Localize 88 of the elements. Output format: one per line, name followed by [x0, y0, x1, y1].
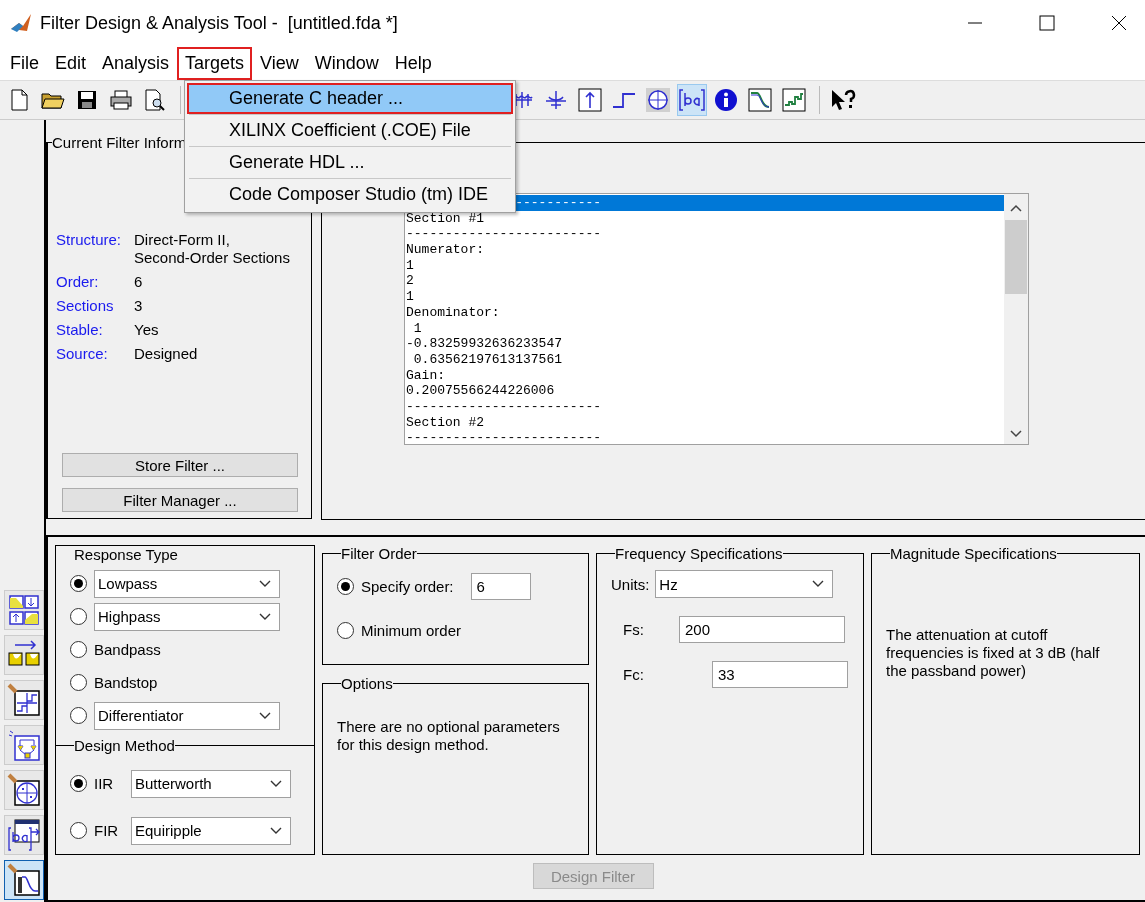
- printer-icon[interactable]: [110, 90, 132, 110]
- scroll-up-icon[interactable]: [1010, 204, 1022, 212]
- group-title: Magnitude Specifications: [890, 545, 1057, 562]
- panel-button[interactable]: Filter Manager ...: [62, 488, 298, 512]
- menu-item[interactable]: Edit: [47, 46, 95, 80]
- caret-icon: [259, 711, 271, 720]
- order-field[interactable]: 6: [470, 572, 531, 600]
- maximize-icon[interactable]: [1039, 15, 1055, 31]
- radio-button[interactable]: [70, 674, 87, 691]
- menu-item[interactable]: Help: [386, 46, 440, 80]
- field-label: Sections: [56, 297, 115, 315]
- field-label: Order:: [56, 273, 100, 291]
- field-value: 3: [134, 297, 144, 315]
- dropdown[interactable]: Differentiator: [94, 701, 280, 730]
- app-logo-icon: [10, 13, 32, 33]
- input-field[interactable]: 33: [712, 661, 848, 688]
- field-value: Designed: [134, 345, 199, 363]
- coefficient-line[interactable]: 0.20075566244226006: [406, 383, 1004, 399]
- field-value: Direct-Form II, Second-Order Sections: [134, 231, 291, 267]
- coefficient-line[interactable]: -------------------------: [406, 398, 1004, 415]
- radio-button[interactable]: [70, 707, 87, 724]
- coefficient-line[interactable]: 0.63562197613137561: [406, 351, 1004, 368]
- group-title: Design Method: [74, 737, 175, 754]
- group-title: Response Type: [74, 546, 178, 563]
- field-label: Source:: [56, 345, 109, 363]
- field-value: 6: [134, 273, 144, 291]
- group-title: Filter Order: [341, 545, 417, 562]
- scrollbar[interactable]: [1004, 194, 1028, 444]
- panel-button[interactable]: Store Filter ...: [62, 453, 298, 477]
- coefficient-line[interactable]: -------------------------: [406, 430, 1004, 444]
- menu-item[interactable]: Analysis: [94, 46, 178, 80]
- field-label: Stable:: [56, 321, 104, 339]
- caret-icon: [259, 612, 271, 621]
- menu-item[interactable]: File: [2, 46, 47, 80]
- dropdown[interactable]: Lowpass: [94, 569, 280, 598]
- menu-item[interactable]: View: [252, 46, 307, 80]
- radio-label[interactable]: Bandpass: [94, 641, 161, 658]
- caret-icon: [270, 826, 282, 835]
- dropdown[interactable]: Hz: [655, 570, 834, 598]
- coefficient-line[interactable]: 1: [406, 257, 1004, 274]
- radio-label[interactable]: Specify order:: [361, 577, 454, 595]
- magnitude-note: The attenuation at cutoff frequencies is fixed at 3 dB (half the passband power): [886, 626, 1101, 680]
- coefficient-line[interactable]: Denominator:: [406, 304, 1004, 321]
- coefficient-line[interactable]: -0.83259932636233547: [406, 336, 1004, 352]
- input-field[interactable]: 200: [679, 616, 845, 643]
- radio-label[interactable]: Minimum order: [361, 621, 462, 639]
- menu-item[interactable]: Generate HDL ...: [187, 147, 513, 178]
- menu-item[interactable]: Window: [306, 46, 387, 80]
- radio-button[interactable]: [337, 621, 354, 639]
- caret-icon: [270, 779, 282, 788]
- radio-button[interactable]: [70, 608, 87, 625]
- caret-icon: [259, 579, 271, 588]
- dropdown[interactable]: Butterworth: [131, 769, 291, 798]
- close-icon[interactable]: [1111, 15, 1127, 31]
- dropdown[interactable]: Highpass: [94, 602, 280, 631]
- radio-button[interactable]: [70, 575, 87, 592]
- field-label: Fs:: [623, 621, 645, 638]
- radio-label[interactable]: Bandstop: [94, 674, 158, 691]
- scroll-thumb[interactable]: [1005, 220, 1027, 294]
- folder-icon[interactable]: [41, 90, 65, 110]
- coefficient-line[interactable]: Numerator:: [406, 242, 1004, 258]
- window-title: Filter Design & Analysis Tool - [untitled.fda *]: [40, 12, 398, 34]
- caret-icon: [812, 580, 825, 588]
- coefficient-line[interactable]: 1: [406, 289, 1004, 305]
- menu-item[interactable]: XILINX Coefficient (.COE) File: [187, 115, 513, 146]
- group-title: Frequency Specifications: [615, 545, 783, 562]
- options-note: There are no optional parameters for this design method.: [337, 718, 561, 754]
- group-title: Options: [341, 675, 393, 692]
- radio-button[interactable]: [70, 641, 87, 658]
- menu-item[interactable]: Generate C header ...: [187, 83, 513, 114]
- radio-label[interactable]: FIR: [94, 822, 124, 839]
- dropdown[interactable]: Equiripple: [131, 816, 291, 845]
- field-value: Yes: [134, 321, 160, 339]
- coefficient-line[interactable]: 1: [406, 320, 1004, 337]
- radio-label[interactable]: IIR: [94, 775, 124, 792]
- coefficient-line[interactable]: Gain:: [406, 367, 1004, 384]
- field-label: Fc:: [623, 666, 645, 683]
- radio-button[interactable]: [337, 577, 354, 595]
- coefficient-line[interactable]: -------------------------: [406, 226, 1004, 243]
- radio-button[interactable]: [70, 775, 87, 792]
- menu-item[interactable]: Targets: [177, 46, 253, 80]
- scroll-down-icon[interactable]: [1010, 430, 1022, 438]
- field-label: Units:: [611, 575, 650, 593]
- field-label: Structure:: [56, 231, 123, 250]
- coefficient-line[interactable]: 2: [406, 273, 1004, 290]
- radio-button[interactable]: [70, 822, 87, 839]
- coefficient-line[interactable]: Section #1: [406, 210, 1004, 227]
- coefficient-line[interactable]: Section #2: [406, 414, 1004, 431]
